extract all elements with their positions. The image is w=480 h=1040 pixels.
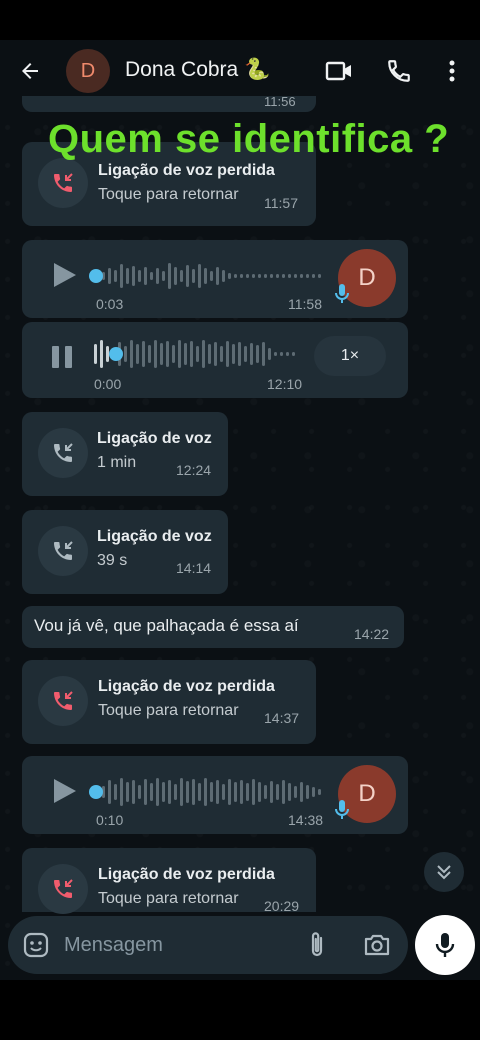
message-time: 20:29 bbox=[264, 898, 300, 914]
voice-duration: 0:00 bbox=[94, 376, 122, 392]
voice-duration: 0:03 bbox=[96, 296, 124, 312]
play-icon[interactable] bbox=[48, 260, 78, 290]
call-title: Ligação de voz perdida bbox=[98, 866, 275, 883]
call-title: Ligação de voz perdida bbox=[98, 162, 275, 179]
message-time: 12:10 bbox=[267, 376, 303, 392]
chat-header: D Dona Cobra 🐍 bbox=[0, 40, 480, 102]
message-time: 11:56 bbox=[264, 94, 296, 109]
attachment-clip-icon[interactable] bbox=[304, 930, 330, 960]
status-bar bbox=[0, 0, 480, 40]
missed-call-bubble[interactable]: Ligação de voz perdida Toque para retorn… bbox=[22, 848, 316, 914]
call-bubble[interactable]: Ligação de voz 1 min 12:24 bbox=[22, 412, 228, 496]
mic-icon bbox=[334, 799, 350, 821]
audio-waveform[interactable] bbox=[92, 336, 312, 372]
emoji-sticker-icon[interactable] bbox=[22, 931, 50, 959]
voice-record-button[interactable] bbox=[415, 915, 475, 975]
contact-avatar[interactable]: D bbox=[66, 49, 110, 93]
audio-waveform[interactable] bbox=[88, 258, 328, 294]
missed-call-bubble[interactable]: Ligação de voz perdida Toque para retorn… bbox=[22, 660, 316, 744]
call-subtitle: Toque para retornar bbox=[98, 702, 239, 719]
partial-message-bubble: 11:56 bbox=[22, 94, 316, 112]
incoming-call-icon bbox=[38, 428, 88, 478]
call-title: Ligação de voz bbox=[97, 430, 212, 447]
message-text: Vou já vê, que palhaçada é essa aí bbox=[34, 616, 299, 635]
mic-icon bbox=[334, 283, 350, 305]
call-duration: 39 s bbox=[97, 552, 128, 569]
voice-message-bubble: 0:03 11:58 D bbox=[22, 240, 408, 318]
message-input[interactable] bbox=[64, 930, 284, 960]
camera-icon[interactable] bbox=[362, 931, 392, 959]
contact-name[interactable]: Dona Cobra 🐍 bbox=[125, 58, 270, 82]
message-time: 12:24 bbox=[176, 462, 212, 478]
message-time: 14:38 bbox=[288, 812, 324, 828]
call-subtitle: Toque para retornar bbox=[98, 186, 239, 203]
more-options-icon[interactable] bbox=[436, 56, 468, 86]
call-bubble[interactable]: Ligação de voz 39 s 14:14 bbox=[22, 510, 228, 594]
incoming-call-icon bbox=[38, 526, 88, 576]
message-time: 14:37 bbox=[264, 710, 300, 726]
missed-call-icon bbox=[38, 676, 88, 726]
call-subtitle: Toque para retornar bbox=[98, 890, 239, 907]
text-message-bubble[interactable]: Vou já vê, que palhaçada é essa aí 14:22 bbox=[22, 606, 404, 648]
back-arrow-icon[interactable] bbox=[14, 56, 46, 86]
overlay-caption: Quem se identifica ? bbox=[48, 117, 450, 161]
scroll-to-bottom-button[interactable] bbox=[424, 852, 464, 892]
video-call-icon[interactable] bbox=[323, 56, 355, 86]
voice-message-bubble: 0:10 14:38 D bbox=[22, 756, 408, 834]
audio-waveform[interactable] bbox=[88, 774, 328, 810]
whatsapp-chat-screen: D Dona Cobra 🐍 11:56 Ligação de voz perd… bbox=[0, 0, 480, 1040]
pause-icon[interactable] bbox=[48, 342, 78, 372]
missed-call-icon bbox=[38, 864, 88, 914]
voice-duration: 0:10 bbox=[96, 812, 124, 828]
voice-call-icon[interactable] bbox=[383, 56, 415, 86]
missed-call-icon bbox=[38, 158, 88, 208]
microphone-icon bbox=[435, 933, 455, 957]
message-time: 11:57 bbox=[264, 195, 298, 211]
play-icon[interactable] bbox=[48, 776, 78, 806]
message-composer bbox=[8, 916, 408, 974]
message-time: 11:58 bbox=[288, 296, 322, 312]
message-time: 14:22 bbox=[354, 626, 390, 642]
call-title: Ligação de voz bbox=[97, 528, 212, 545]
call-duration: 1 min bbox=[97, 454, 137, 471]
navigation-bar bbox=[0, 980, 480, 1040]
call-title: Ligação de voz perdida bbox=[98, 678, 275, 695]
playback-speed-button[interactable]: 1× bbox=[314, 336, 386, 376]
message-time: 14:14 bbox=[176, 560, 212, 576]
double-chevron-down-icon bbox=[437, 865, 451, 880]
voice-message-bubble: 0:00 12:10 1× bbox=[22, 322, 408, 398]
